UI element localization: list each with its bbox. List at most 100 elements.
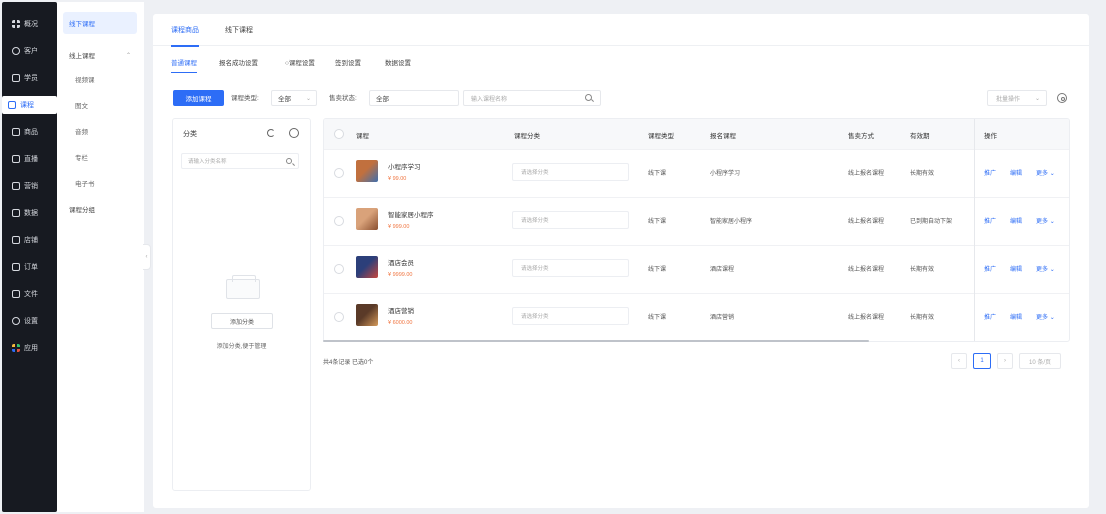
promote-link[interactable]: 推广 (984, 264, 996, 273)
nav-item-label: 店铺 (24, 237, 38, 244)
subnav-item-2[interactable]: 视频课 (63, 68, 137, 90)
nav-item-9[interactable]: 订单 (6, 258, 53, 276)
subtab-checkin-settings[interactable]: 签到设置 (335, 54, 361, 70)
category-select-placeholder: 请选择分类 (521, 314, 549, 320)
promote-link[interactable]: 推广 (984, 312, 996, 321)
next-page-button[interactable]: › (997, 353, 1013, 369)
category-select-placeholder: 请选择分类 (521, 266, 549, 272)
apps-icon (12, 344, 20, 352)
course-type: 线下课 (648, 267, 667, 273)
more-link[interactable]: 更多 ⌄ (1036, 216, 1055, 225)
row-checkbox[interactable] (334, 216, 344, 226)
category-select-placeholder: 请选择分类 (521, 170, 549, 176)
validity: 已到期自动下架 (910, 219, 953, 225)
settings-icon (12, 317, 20, 325)
more-link[interactable]: 更多 ⌄ (1036, 264, 1055, 273)
marketing-icon (12, 182, 20, 190)
main-nav: 概况客户学员课程商品直播营销数据店铺订单文件设置应用 (2, 2, 57, 512)
subnav-item-4[interactable]: 音频 (63, 120, 137, 142)
more-link[interactable]: 更多 ⌄ (1036, 168, 1055, 177)
header-type: 课程类型 (648, 133, 674, 140)
subnav-item-label: 图文 (75, 103, 88, 110)
refresh-icon[interactable] (267, 129, 275, 137)
edit-link[interactable]: 编辑 (1010, 264, 1022, 273)
prev-page-button[interactable]: ‹ (951, 353, 967, 369)
nav-item-8[interactable]: 店铺 (6, 231, 53, 249)
edit-link[interactable]: 编辑 (1010, 216, 1022, 225)
live-icon (12, 155, 20, 163)
row-checkbox[interactable] (334, 264, 344, 274)
nav-item-1[interactable]: 客户 (6, 42, 53, 60)
add-circle-icon[interactable] (289, 128, 299, 138)
subtab-course-settings[interactable]: ○课程设置 (285, 54, 315, 70)
nav-item-11[interactable]: 设置 (6, 312, 53, 330)
nav-item-7[interactable]: 数据 (6, 204, 53, 222)
add-course-button[interactable]: 添加课程 (173, 90, 224, 106)
category-select[interactable]: 请选择分类 (512, 163, 629, 181)
category-select[interactable]: 请选择分类 (512, 307, 629, 325)
nav-item-label: 数据 (24, 210, 38, 217)
search-icon[interactable] (286, 157, 292, 164)
row-checkbox[interactable] (334, 312, 344, 322)
chevron-down-icon: ⌄ (1049, 171, 1055, 177)
tab-course-goods[interactable]: 课程商品 (171, 14, 199, 47)
course-name[interactable]: 酒店会员 (388, 257, 414, 267)
subnav-item-5[interactable]: 专栏 (63, 146, 137, 168)
nav-item-2[interactable]: 学员 (6, 69, 53, 87)
course-type-label: 课程类型: (231, 95, 259, 102)
page-size-select[interactable]: 10 条/页 (1019, 353, 1061, 369)
category-search-input[interactable]: 请输入分类名称 (181, 153, 299, 169)
nav-item-10[interactable]: 文件 (6, 285, 53, 303)
promote-link[interactable]: 推广 (984, 216, 996, 225)
goods-icon (12, 128, 20, 136)
subtab-data-settings[interactable]: 数据设置 (385, 54, 411, 70)
nav-item-label: 商品 (24, 129, 38, 136)
chevron-down-icon: ⌄ (1049, 267, 1055, 273)
subnav-item-6[interactable]: 电子书 (63, 172, 137, 194)
nav-item-12[interactable]: 应用 (6, 339, 53, 357)
tab-offline-course[interactable]: 线下课程 (225, 14, 253, 46)
nav-item-6[interactable]: 营销 (6, 177, 53, 195)
actions-column-divider (974, 119, 975, 341)
nav-item-5[interactable]: 直播 (6, 150, 53, 168)
nav-item-4[interactable]: 商品 (6, 123, 53, 141)
subnav-item-1[interactable]: 线上课程 ⌃ (63, 44, 137, 66)
table-horizontal-scrollbar[interactable] (323, 340, 869, 342)
filter-bar: 添加课程 课程类型: 全部 ⌄ 售卖状态: 全部 输入课程名称 批量操作 ⌄ (153, 88, 1089, 108)
more-link[interactable]: 更多 ⌄ (1036, 312, 1055, 321)
category-select[interactable]: 请选择分类 (512, 211, 629, 229)
edit-link[interactable]: 编辑 (1010, 168, 1022, 177)
add-category-button[interactable]: 添加分类 (211, 313, 273, 329)
subtab-normal-course[interactable]: 普通课程 (171, 54, 197, 73)
subtab-signup-success[interactable]: 报名成功设置 (219, 54, 258, 70)
collapse-handle[interactable]: ‹ (143, 244, 151, 270)
course-price: ¥ 6000.00 (388, 320, 413, 326)
chevron-down-icon: ⌄ (1049, 219, 1055, 225)
student-icon (12, 74, 20, 82)
category-select[interactable]: 请选择分类 (512, 259, 629, 277)
edit-link[interactable]: 编辑 (1010, 312, 1022, 321)
row-checkbox[interactable] (334, 168, 344, 178)
course-name[interactable]: 酒店营销 (388, 305, 414, 315)
course-type: 线下课 (648, 219, 667, 225)
course-type-select[interactable]: 全部 ⌄ (271, 90, 317, 106)
course-name[interactable]: 小程序学习 (388, 161, 421, 171)
course-name[interactable]: 智能家居小程序 (388, 209, 434, 219)
batch-operation-select[interactable]: 批量操作 ⌄ (987, 90, 1047, 106)
nav-item-3[interactable]: 课程 (2, 96, 57, 114)
subnav-item-7[interactable]: 课程分组 (63, 198, 137, 220)
search-icon[interactable] (585, 94, 592, 101)
nav-item-0[interactable]: 概况 (6, 15, 53, 33)
data-icon (12, 209, 20, 217)
category-panel: 分类 请输入分类名称 添加分类 添加分类,便于管理 (172, 118, 311, 491)
sale-status-select[interactable]: 全部 (369, 90, 459, 106)
select-all-checkbox[interactable] (334, 129, 344, 139)
book-icon (8, 101, 16, 109)
subnav-item-3[interactable]: 图文 (63, 94, 137, 116)
promote-link[interactable]: 推广 (984, 168, 996, 177)
course-search-input[interactable]: 输入课程名称 (463, 90, 601, 106)
table-row: 智能家居小程序 ¥ 999.00 请选择分类 线下课 智能家居小程序 线上报名课程 已到期自… (324, 197, 1069, 245)
column-settings-icon[interactable] (1057, 93, 1067, 103)
page-number-1[interactable]: 1 (973, 353, 991, 369)
subnav-item-0[interactable]: 线下课程 (63, 12, 137, 34)
